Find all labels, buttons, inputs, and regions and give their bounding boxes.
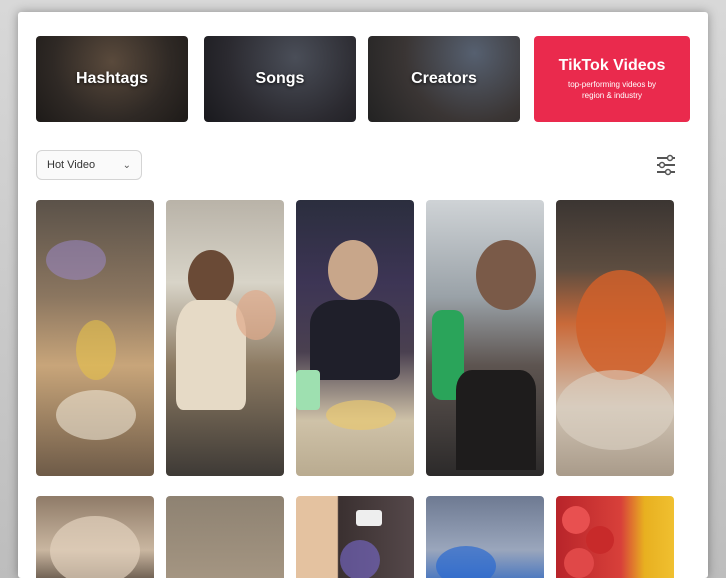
tab-songs[interactable]: Songs — [204, 36, 356, 122]
filter-icon[interactable] — [654, 152, 678, 178]
tab-creators[interactable]: Creators — [368, 36, 520, 122]
sort-label: Hot Video — [47, 159, 96, 171]
tab-hashtags[interactable]: Hashtags — [36, 36, 188, 122]
trends-panel: Hashtags Songs Creators TikTok Videos to… — [18, 12, 708, 578]
chevron-down-icon: ⌄ — [122, 159, 131, 171]
video-thumbnail[interactable] — [166, 496, 284, 578]
video-thumbnail[interactable] — [556, 496, 674, 578]
video-thumbnail[interactable] — [556, 200, 674, 476]
tab-label: Hashtags — [75, 70, 149, 87]
video-thumbnail[interactable] — [296, 200, 414, 476]
window-backdrop: Hashtags Songs Creators TikTok Videos to… — [0, 0, 726, 578]
tab-subtitle: top-performing videos by region & indust… — [567, 80, 657, 100]
video-thumbnail[interactable] — [36, 496, 154, 578]
video-thumbnail[interactable] — [426, 496, 544, 578]
tab-label: TikTok Videos — [558, 57, 666, 74]
tab-label: Songs — [255, 70, 305, 87]
video-thumbnail[interactable] — [36, 200, 154, 476]
video-thumbnail[interactable] — [166, 200, 284, 476]
video-thumbnail[interactable] — [426, 200, 544, 476]
category-tabs: Hashtags Songs Creators TikTok Videos to… — [36, 36, 690, 122]
sort-dropdown[interactable]: Hot Video ⌄ — [36, 150, 142, 180]
tab-tiktok-videos[interactable]: TikTok Videos top-performing videos by r… — [534, 36, 690, 122]
tab-label: Creators — [411, 70, 477, 87]
video-thumbnail[interactable] — [296, 496, 414, 578]
